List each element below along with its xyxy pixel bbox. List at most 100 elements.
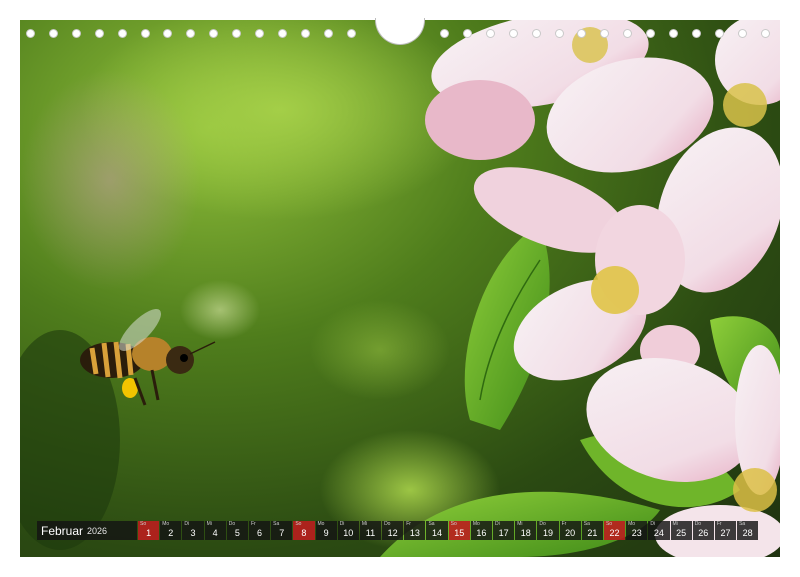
- binding-hole: [117, 29, 127, 38]
- day-number: 16: [476, 528, 487, 538]
- calendar-day: Mo 16: [470, 521, 492, 540]
- day-number: 21: [587, 528, 598, 538]
- binding-hole: [277, 29, 287, 38]
- binding-hole: [646, 29, 656, 38]
- day-number: 11: [365, 528, 376, 538]
- binding-hole: [323, 29, 333, 38]
- calendar-day: Mi 11: [359, 521, 382, 540]
- weekday-label: Fr: [561, 521, 567, 527]
- weekday-label: Sa: [739, 521, 746, 527]
- hanger-notch: [375, 18, 425, 45]
- binding-hole: [163, 29, 173, 38]
- binding-hole: [508, 29, 518, 38]
- day-number: 27: [720, 528, 731, 538]
- weekday-label: Di: [339, 521, 345, 527]
- binding-hole: [255, 29, 264, 38]
- day-number: 6: [257, 528, 263, 538]
- weekday-label: Do: [384, 521, 391, 527]
- day-number: 22: [609, 528, 620, 538]
- day-number: 15: [454, 528, 465, 538]
- calendar-day: Mi 18: [515, 521, 537, 540]
- binding-hole: [209, 29, 219, 38]
- day-number: 9: [323, 528, 329, 538]
- calendar-day: Fr 20: [559, 521, 581, 540]
- day-number: 10: [343, 528, 354, 538]
- weekday-label: Fr: [250, 521, 256, 527]
- calendar-day: Di 3: [182, 521, 204, 540]
- calendar-day: Di 17: [493, 521, 515, 540]
- day-number: 18: [520, 528, 531, 538]
- weekday-label: Fr: [716, 521, 722, 527]
- day-number: 13: [409, 528, 420, 538]
- day-number: 20: [565, 528, 576, 538]
- day-number: 1: [146, 528, 152, 538]
- day-number: 7: [279, 528, 285, 538]
- weekday-label: Mo: [628, 521, 636, 527]
- binding-hole: [577, 29, 587, 38]
- binding-hole: [760, 29, 770, 38]
- day-number: 4: [212, 528, 218, 538]
- weekday-label: Mo: [472, 521, 480, 527]
- binding-hole: [186, 29, 196, 38]
- day-number: 28: [742, 528, 753, 538]
- weekday-label: Mi: [672, 521, 678, 527]
- photo-bee-apple-blossom: [20, 20, 780, 557]
- calendar-day: Di 10: [337, 521, 359, 540]
- binding-hole: [94, 29, 104, 38]
- weekday-label: So: [450, 521, 457, 527]
- binding-hole: [440, 29, 449, 38]
- binding-hole: [232, 29, 242, 38]
- binding-hole: [669, 29, 678, 38]
- day-number: 24: [653, 528, 664, 538]
- weekday-label: Mo: [317, 521, 325, 527]
- calendar-day: Mo 9: [315, 521, 337, 540]
- day-number: 3: [190, 528, 196, 538]
- calendar-day: Do 5: [226, 521, 248, 540]
- photo-illustration: [20, 20, 780, 557]
- calendar-day: Sa 14: [426, 521, 448, 540]
- weekday-label: So: [295, 521, 302, 527]
- calendar-day: Do 19: [537, 521, 559, 540]
- weekday-label: Mi: [361, 521, 368, 527]
- calendar-day: Mo 23: [626, 521, 648, 540]
- calendar-day: Mi 4: [204, 521, 226, 540]
- calendar-page: Februar 2026 So 1 Mo 2 Di 3 Mi 4 Do 5 Fr 6 Sa 7 So 8 Mo 9…: [0, 0, 800, 577]
- binding-hole: [48, 29, 58, 38]
- calendar-day: Di 24: [648, 521, 670, 540]
- calendar-day: Sa 28: [737, 521, 759, 540]
- day-number: 12: [387, 528, 398, 538]
- day-number: 23: [631, 528, 642, 538]
- calendar-day: Fr 6: [248, 521, 271, 540]
- weekday-label: Di: [495, 521, 500, 527]
- day-number: 2: [168, 528, 174, 538]
- weekday-label: Fr: [406, 521, 411, 527]
- calendar-day: So 22: [603, 521, 626, 540]
- calendar-day: Sa 7: [271, 521, 293, 540]
- binding-hole: [600, 29, 610, 38]
- binding-hole: [691, 29, 701, 38]
- day-number: 19: [542, 528, 553, 538]
- month-label: Februar 2026: [37, 521, 137, 540]
- weekday-label: Mo: [162, 521, 170, 527]
- weekday-label: Di: [650, 521, 656, 527]
- weekday-label: So: [140, 521, 147, 527]
- weekday-label: Mi: [206, 521, 212, 527]
- binding-hole: [737, 29, 747, 38]
- day-number: 8: [301, 528, 307, 538]
- month-name: Februar: [41, 523, 84, 538]
- binding-hole: [623, 29, 633, 38]
- binding-hole: [26, 29, 35, 38]
- weekday-label: So: [605, 521, 613, 527]
- calendar-day: Fr 13: [404, 521, 426, 540]
- day-number: 25: [676, 528, 687, 538]
- weekday-label: Do: [539, 521, 546, 527]
- calendar-day: So 15: [448, 521, 470, 540]
- weekday-label: Sa: [583, 521, 590, 527]
- binding-hole: [485, 29, 495, 38]
- calendar-day: Sa 21: [581, 521, 603, 540]
- spiral-binding: [20, 18, 780, 50]
- weekday-label: Mi: [517, 521, 523, 527]
- binding-hole: [531, 29, 541, 38]
- calendar-day: Do 12: [382, 521, 404, 540]
- calendar-day: So 8: [293, 521, 315, 540]
